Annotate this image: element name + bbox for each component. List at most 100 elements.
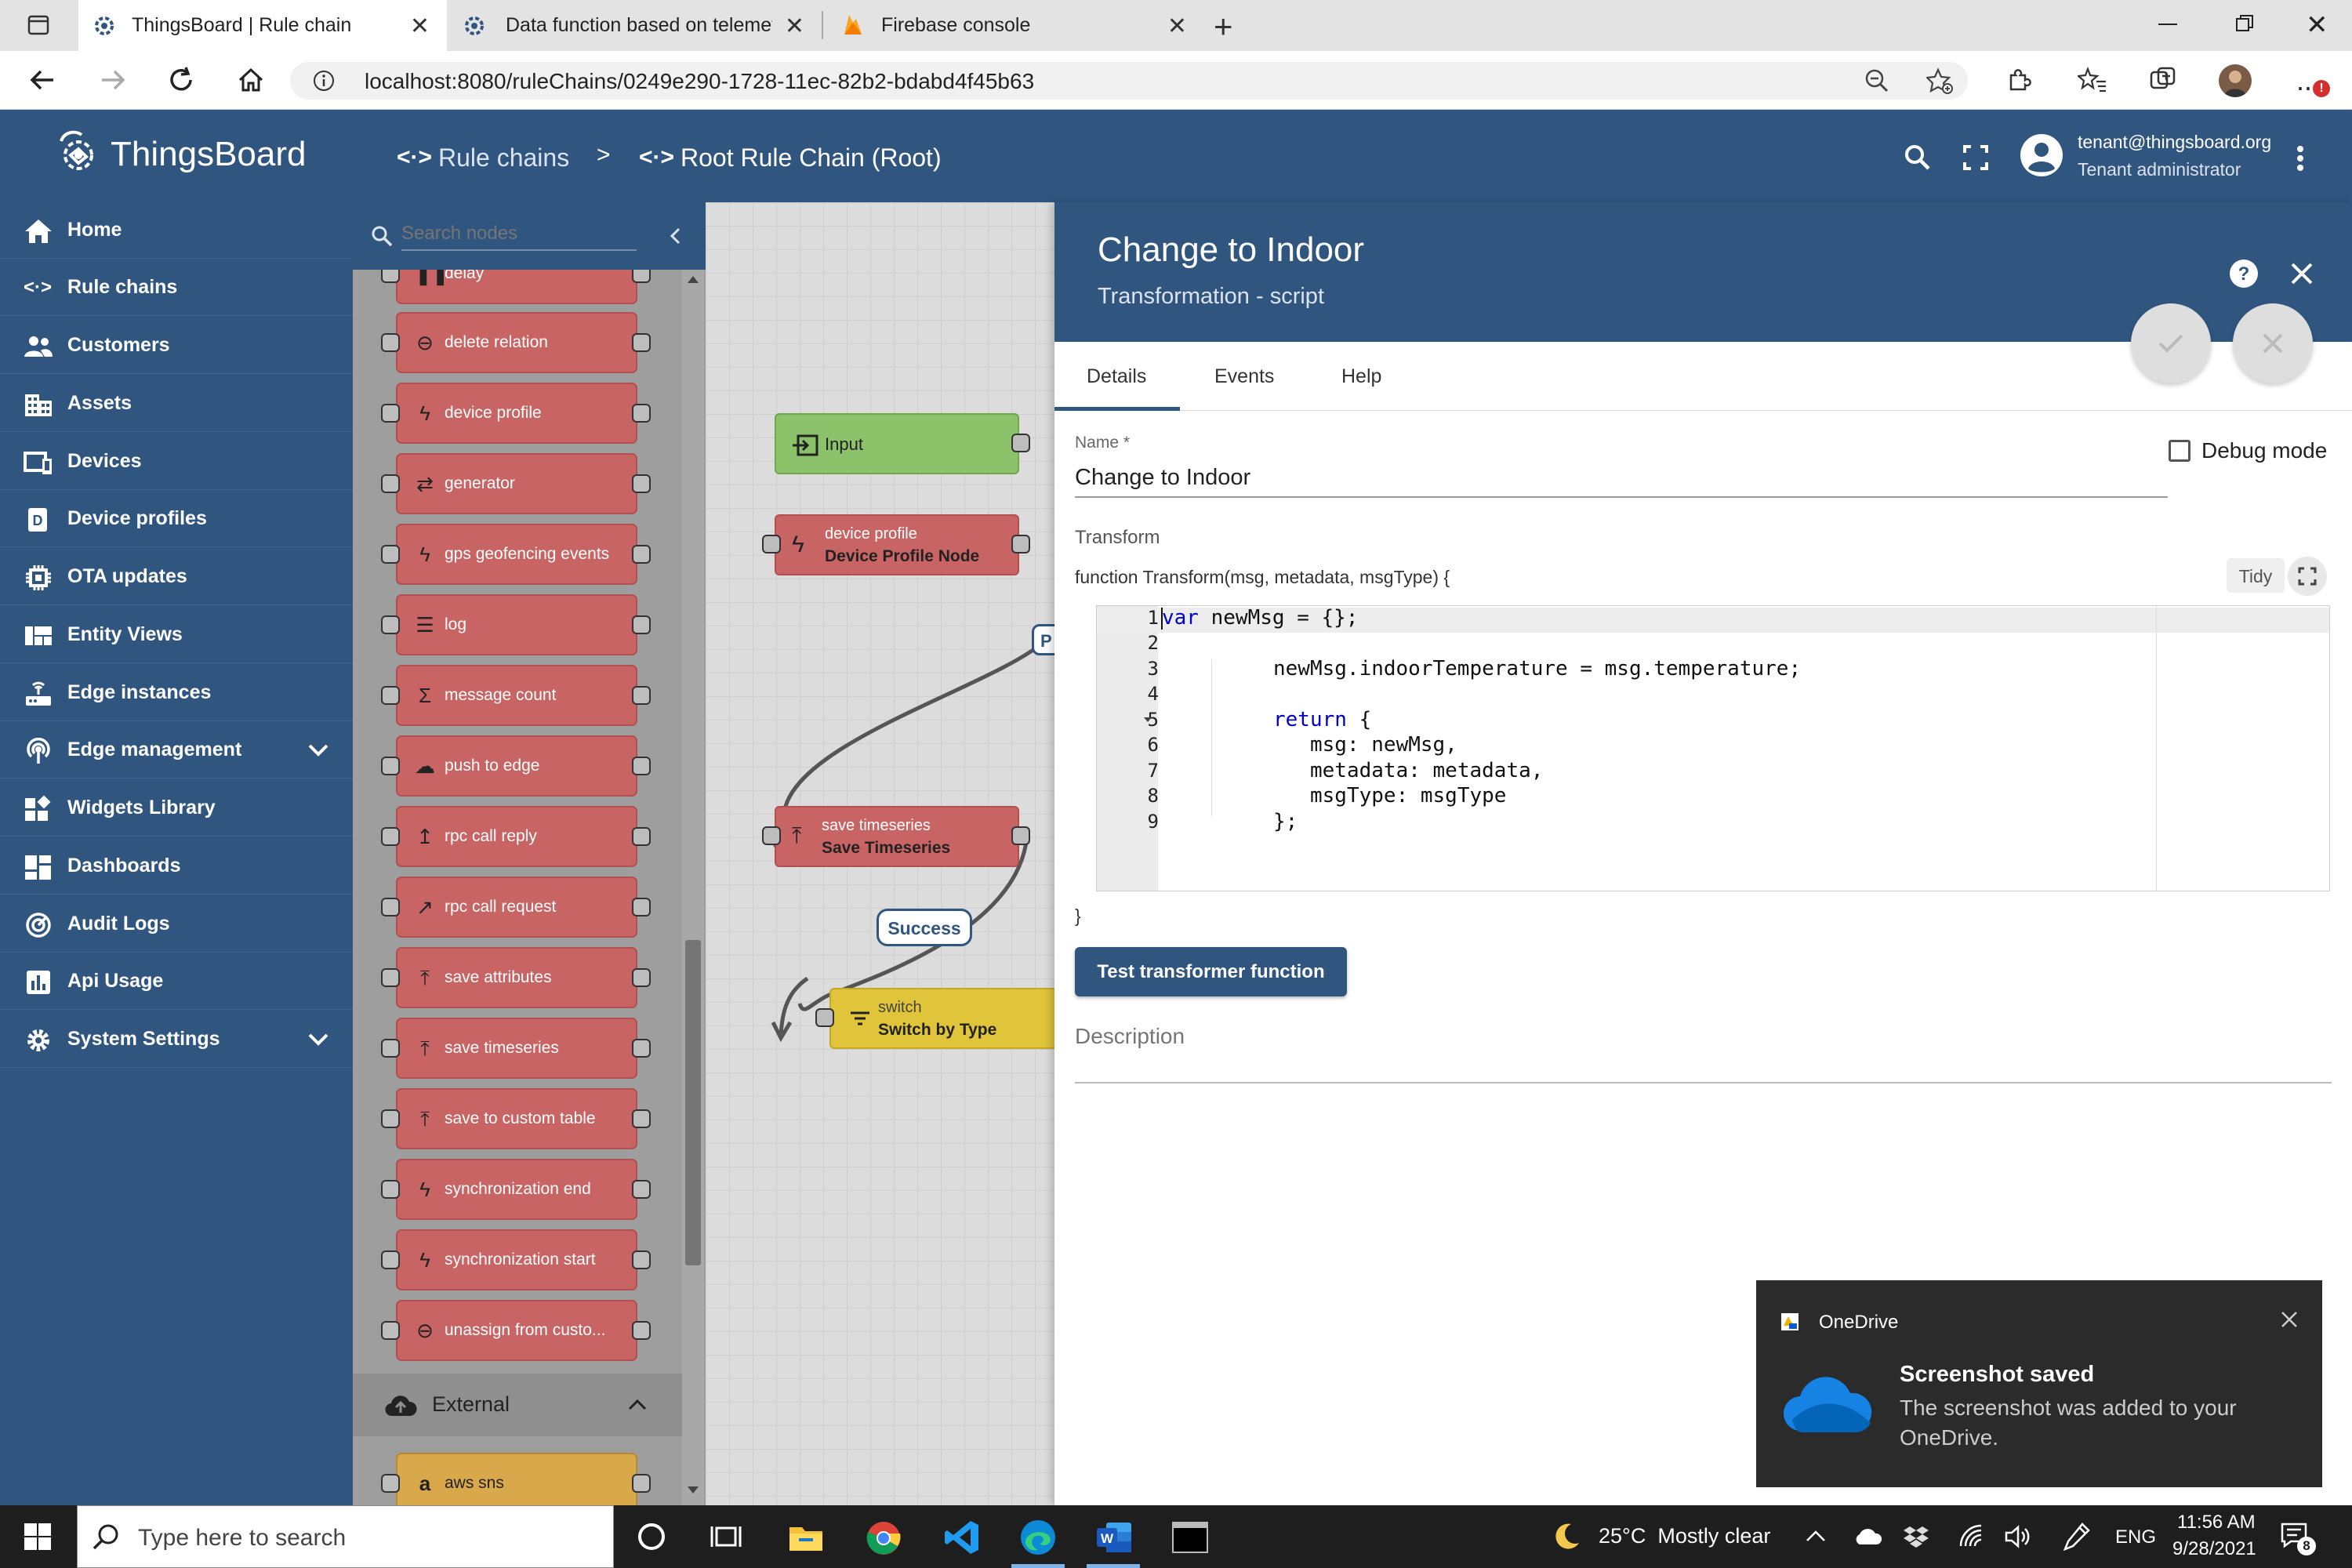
node-synchronization-start[interactable]: ϟ synchronization start <box>396 1229 637 1290</box>
node-port[interactable] <box>381 615 400 634</box>
sidebar-item-dashboards[interactable]: Dashboards <box>0 838 353 895</box>
tab-events[interactable]: Events <box>1214 365 1274 388</box>
sidebar-item-audit-logs[interactable]: Audit Logs <box>0 896 353 953</box>
sidebar-item-widgets-library[interactable]: Widgets Library <box>0 780 353 837</box>
sidebar-item-home[interactable]: Home <box>0 202 353 259</box>
file-explorer-icon[interactable] <box>788 1523 824 1552</box>
node-generator[interactable]: ⇄ generator <box>396 453 637 514</box>
node-port[interactable] <box>632 1180 651 1199</box>
node-port[interactable] <box>381 545 400 564</box>
node-port[interactable] <box>632 1250 651 1269</box>
pen-icon[interactable] <box>2063 1523 2090 1551</box>
node-port[interactable] <box>762 535 781 554</box>
node-port[interactable] <box>381 827 400 846</box>
node-port[interactable] <box>381 898 400 916</box>
node-save-timeseries[interactable]: ⤒ save timeseries <box>396 1018 637 1079</box>
sidebar-item-edge-management[interactable]: Edge management <box>0 722 353 779</box>
zoom-icon[interactable] <box>1864 68 1889 93</box>
sidebar-item-api-usage[interactable]: Api Usage <box>0 953 353 1010</box>
wifi-icon[interactable] <box>1958 1524 1984 1549</box>
description-field[interactable] <box>1075 1019 2332 1083</box>
chevron-down-icon[interactable] <box>307 742 329 758</box>
test-transformer-button[interactable]: Test transformer function <box>1075 947 1347 996</box>
site-info-icon[interactable] <box>312 69 336 93</box>
thingsboard-logo-icon[interactable] <box>50 125 107 182</box>
language-indicator[interactable]: ENG <box>2115 1526 2156 1548</box>
node-rpc-call-request[interactable]: ↗ rpc call request <box>396 877 637 938</box>
node-delete-relation[interactable]: ⊖ delete relation <box>396 312 637 373</box>
chrome-icon[interactable] <box>866 1521 901 1555</box>
close-icon[interactable] <box>2288 260 2315 287</box>
node-port[interactable] <box>381 333 400 352</box>
node-port[interactable] <box>815 1008 834 1027</box>
node-port[interactable] <box>381 1109 400 1128</box>
onedrive-toast[interactable]: OneDrive Screenshot saved The screenshot… <box>1756 1280 2322 1487</box>
node-port[interactable] <box>1011 434 1030 452</box>
restore-icon[interactable] <box>2235 14 2254 33</box>
node-port[interactable] <box>632 968 651 987</box>
chevron-up-icon[interactable] <box>1806 1529 1826 1543</box>
sidebar-item-customers[interactable]: Customers <box>0 318 353 374</box>
user-menu-icon[interactable] <box>2292 144 2308 176</box>
address-bar[interactable]: localhost:8080/ruleChains/0249e290-1728-… <box>290 62 1968 100</box>
node-port[interactable] <box>632 757 651 775</box>
node-save-to-custom-table[interactable]: ⤒ save to custom table <box>396 1088 637 1149</box>
node-port[interactable] <box>381 1039 400 1058</box>
sidebar-item-rule-chains[interactable]: <·> Rule chains <box>0 260 353 316</box>
canvas-node-save-timeseries[interactable]: ⤒ save timeseries Save Timeseries <box>775 806 1019 867</box>
node-port[interactable] <box>632 333 651 352</box>
extensions-icon[interactable] <box>2005 66 2033 94</box>
sidebar-item-devices[interactable]: Devices <box>0 434 353 490</box>
code-editor[interactable] <box>1096 605 2330 891</box>
node-port[interactable] <box>632 1321 651 1340</box>
collections-icon[interactable] <box>2149 66 2177 94</box>
windows-start-icon[interactable] <box>24 1523 52 1551</box>
fold-arrow-icon[interactable] <box>1144 717 1152 722</box>
tab-actions-icon[interactable] <box>27 13 50 37</box>
node-port[interactable] <box>381 474 400 493</box>
tab-data-function[interactable]: Data function based on telemetr ✕ <box>447 0 822 51</box>
new-tab-icon[interactable]: + <box>1214 8 1233 45</box>
sidebar-item-assets[interactable]: Assets <box>0 376 353 432</box>
edge-browser-icon[interactable] <box>1019 1519 1057 1556</box>
library-section-external[interactable]: External <box>353 1374 682 1436</box>
node-port[interactable] <box>632 1109 651 1128</box>
chevron-up-icon[interactable] <box>627 1397 648 1411</box>
tab-firebase[interactable]: Firebase console ✕ <box>823 0 1204 51</box>
node-unassign-from-customer[interactable]: ⊖ unassign from custo... <box>396 1300 637 1361</box>
node-port[interactable] <box>632 474 651 493</box>
node-port[interactable] <box>632 1039 651 1058</box>
node-message-count[interactable]: Σmessage count <box>396 665 637 726</box>
node-port[interactable] <box>381 1321 400 1340</box>
taskbar-search-box[interactable]: Type here to search <box>77 1505 614 1568</box>
cortana-icon[interactable] <box>638 1523 665 1550</box>
chevron-down-icon[interactable] <box>307 1032 329 1047</box>
clock-time[interactable]: 11:56 AM <box>2177 1512 2256 1534</box>
minimize-icon[interactable] <box>2158 24 2177 25</box>
terminal-icon[interactable] <box>1171 1521 1209 1554</box>
node-rpc-call-reply[interactable]: ↥ rpc call reply <box>396 806 637 867</box>
back-icon[interactable] <box>27 64 58 96</box>
edge-label-success[interactable]: Success <box>877 909 972 946</box>
node-port[interactable] <box>381 404 400 423</box>
node-port[interactable] <box>632 615 651 634</box>
close-tab-icon[interactable]: ✕ <box>785 13 804 40</box>
collapse-library-icon[interactable] <box>666 226 685 246</box>
onedrive-tray-icon[interactable] <box>1853 1527 1883 1546</box>
node-port[interactable] <box>632 404 651 423</box>
scrollbar-thumb[interactable] <box>685 940 701 1265</box>
app-logo-text[interactable]: ThingsBoard <box>111 135 306 174</box>
canvas-node-switch[interactable]: switch Switch by Type <box>829 988 1057 1049</box>
dropbox-icon[interactable] <box>1904 1525 1929 1548</box>
node-gps-geofencing[interactable]: ϟ gps geofencing events <box>396 524 637 585</box>
favorites-icon[interactable] <box>2078 66 2107 94</box>
profile-avatar[interactable] <box>2219 64 2252 97</box>
node-port[interactable] <box>632 270 651 283</box>
node-aws-sns[interactable]: a aws sns <box>396 1453 637 1505</box>
scroll-up-icon[interactable] <box>688 276 699 283</box>
node-port[interactable] <box>381 1474 400 1493</box>
node-port[interactable] <box>1011 826 1030 845</box>
node-save-attributes[interactable]: ⤒ save attributes <box>396 947 637 1008</box>
help-icon[interactable]: ? <box>2229 259 2259 289</box>
home-browser-icon[interactable] <box>235 64 267 96</box>
